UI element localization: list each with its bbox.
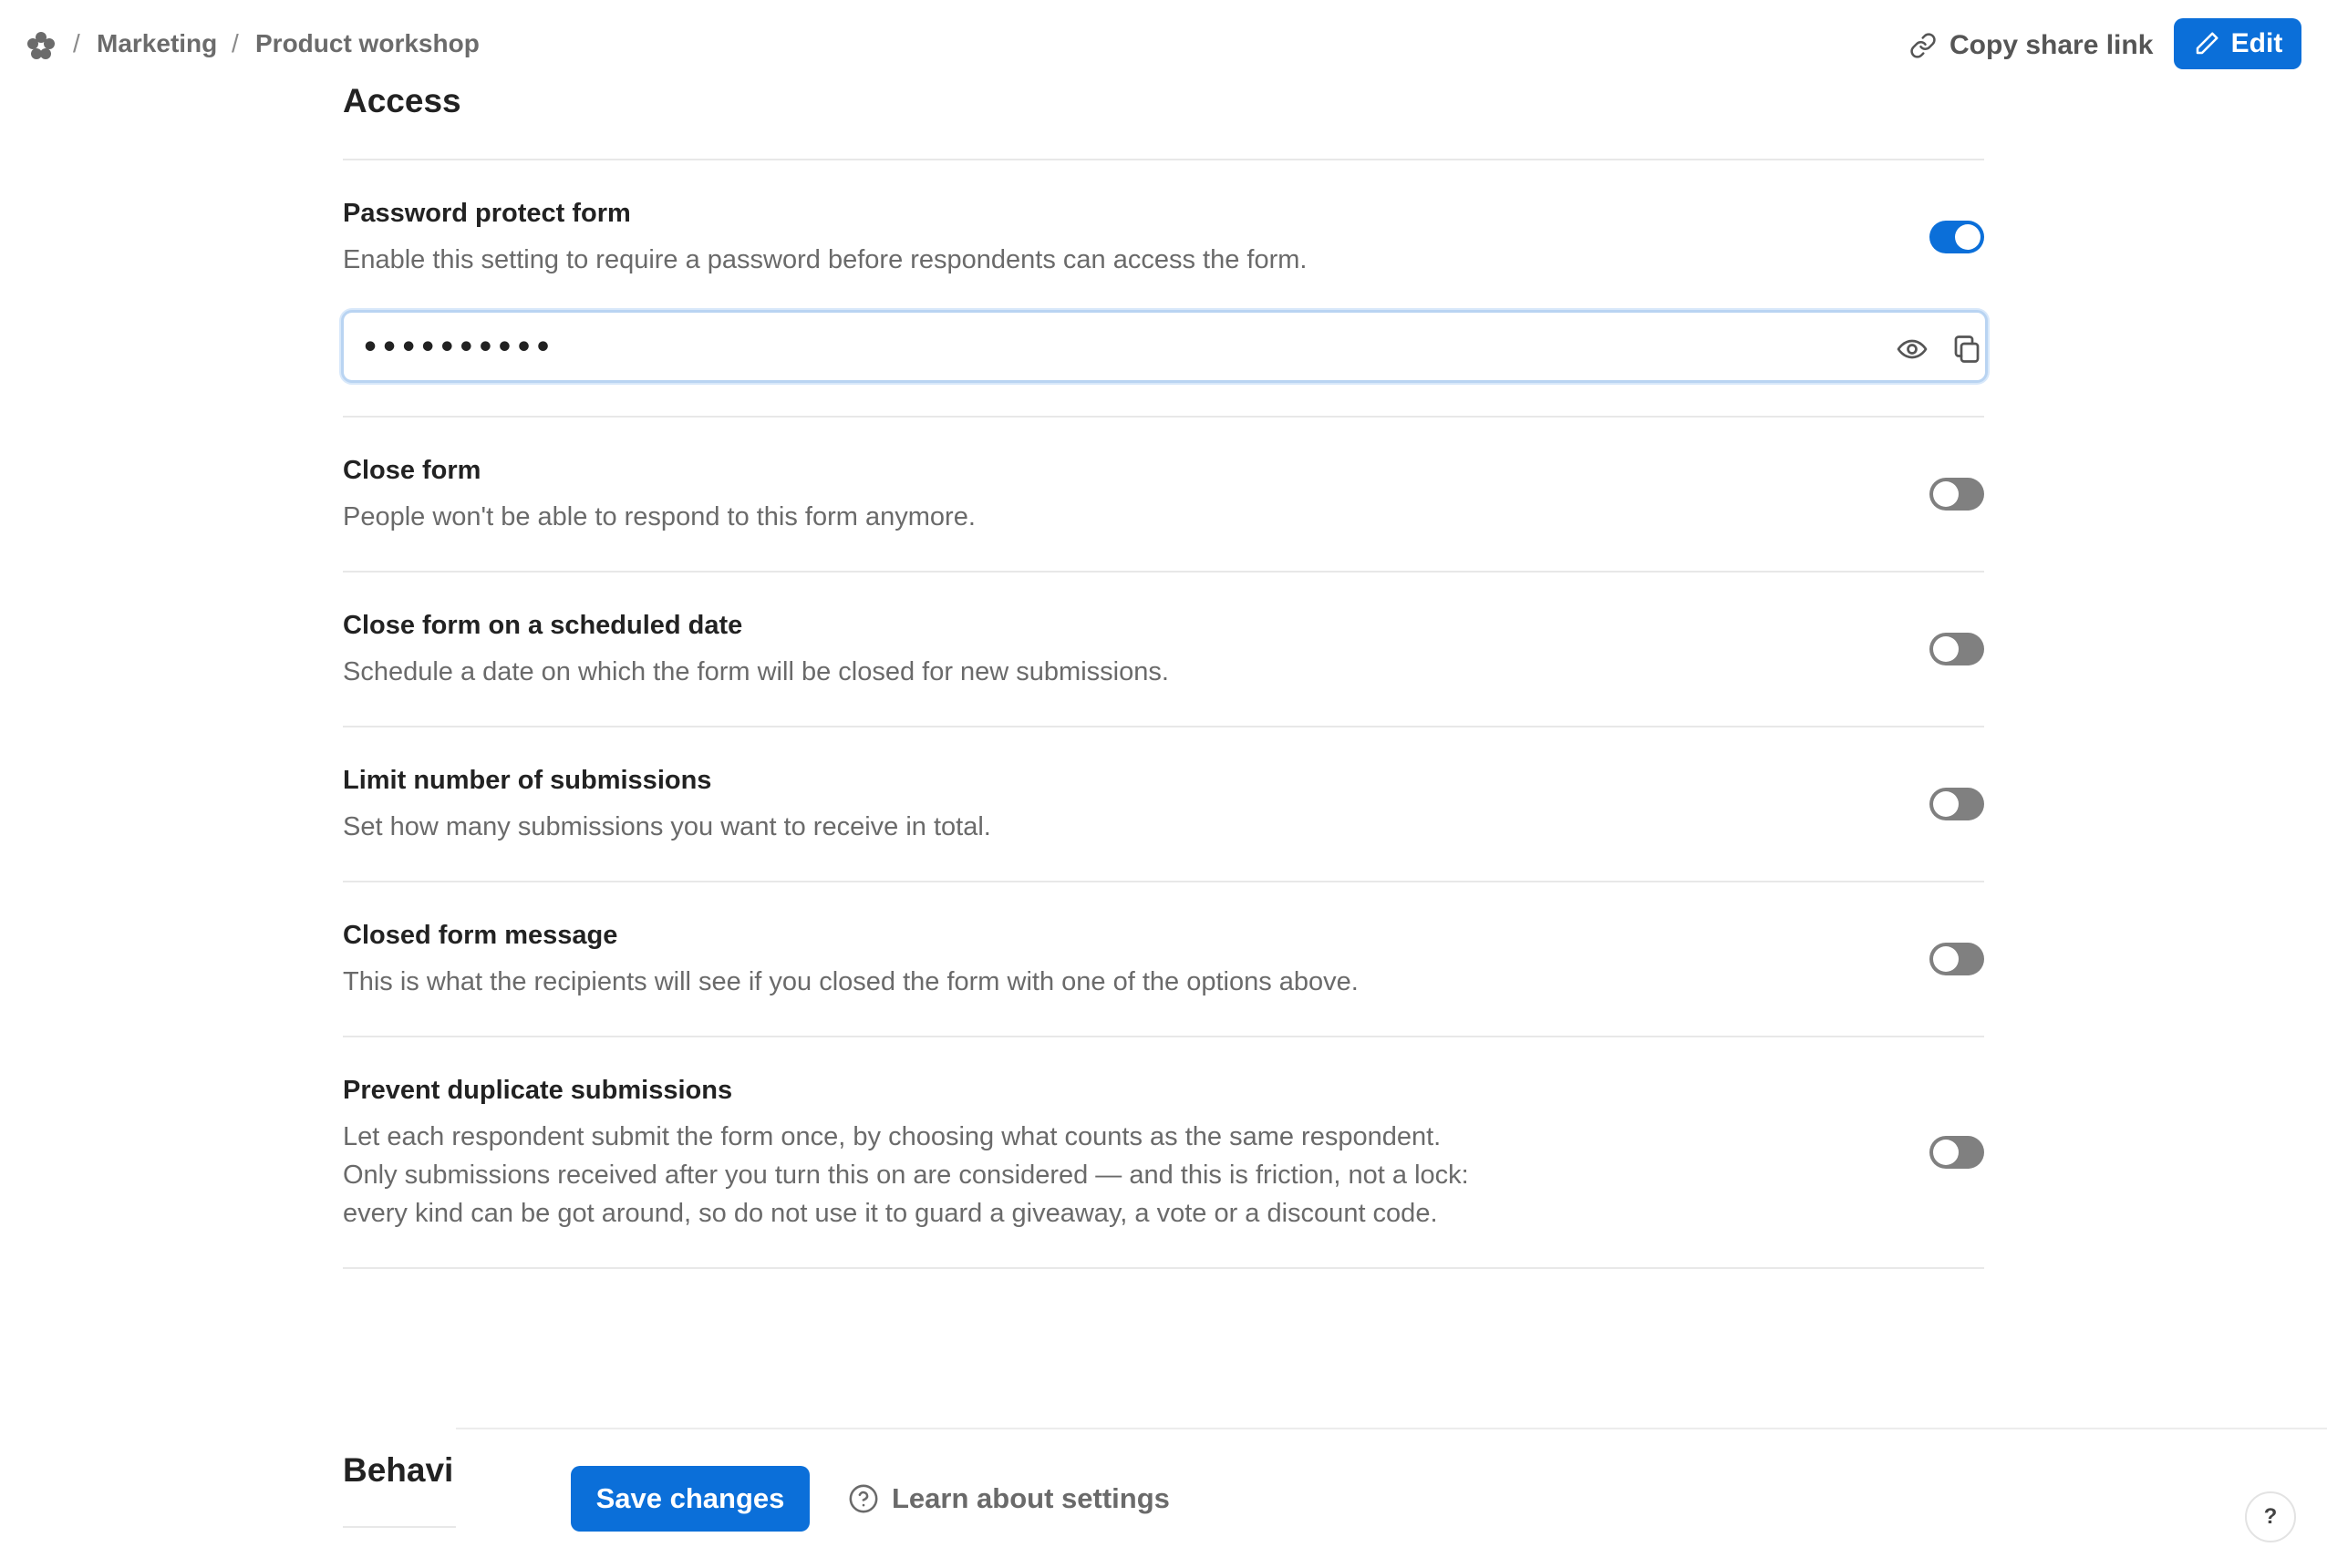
setting-title-close-form: Close form [343,456,481,485]
copy-share-link-button[interactable]: Copy share link [1909,27,2153,64]
setting-desc-password: Enable this setting to require a passwor… [343,245,1308,274]
divider [343,416,1984,418]
toggle-limit-submissions[interactable] [1929,788,1984,820]
setting-title-password: Password protect form [343,199,631,228]
breadcrumb-item-product-workshop[interactable]: Product workshop [255,29,480,58]
toggle-password-protect[interactable] [1929,221,1984,253]
toggle-knob [1933,481,1959,507]
setting-desc-prevent-duplicates-line-3: every kind can be got around, so do not … [343,1199,1438,1228]
divider [343,1267,1984,1269]
breadcrumb-item-marketing[interactable]: Marketing [97,29,217,58]
breadcrumb-separator: / [232,29,239,57]
learn-about-settings-label: Learn about settings [892,1482,1170,1514]
divider [343,1526,456,1528]
eye-icon[interactable] [1896,333,1929,366]
setting-desc-closed-message: This is what the recipients will see if … [343,967,1359,996]
divider [343,726,1984,727]
toggle-closed-message[interactable] [1929,943,1984,975]
setting-title-scheduled-close: Close form on a scheduled date [343,611,743,640]
divider [343,881,1984,882]
link-icon [1910,33,1936,58]
breadcrumb-separator: / [73,29,80,57]
divider [343,1036,1984,1037]
toggle-scheduled-close[interactable] [1929,633,1984,665]
setting-title-closed-message: Closed form message [343,921,618,950]
section-title-behavior: Behavi [343,1451,454,1489]
toggle-close-form[interactable] [1929,478,1984,511]
setting-desc-prevent-duplicates-line-2: Only submissions received after you turn… [343,1161,1469,1190]
divider [343,571,1984,573]
pencil-icon [2196,32,2218,55]
setting-title-prevent-duplicates: Prevent duplicate submissions [343,1076,733,1105]
setting-desc-close-form: People won't be able to respond to this … [343,502,976,531]
save-changes-button[interactable]: Save changes [571,1466,810,1532]
edit-button[interactable]: Edit [2174,18,2301,69]
section-title-access: Access [343,82,461,119]
setting-desc-scheduled-close: Schedule a date on which the form will b… [343,657,1169,686]
help-button[interactable]: ? [2245,1491,2296,1542]
toggle-knob [1955,224,1981,250]
password-input[interactable] [362,325,1803,369]
copy-share-link-label: Copy share link [1950,30,2154,60]
top-bar: / Marketing / Product workshop Copy shar… [0,0,2327,89]
learn-about-settings-link[interactable]: Learn about settings [848,1479,1170,1519]
toggle-prevent-duplicates[interactable] [1929,1136,1984,1169]
toggle-knob [1933,1140,1959,1165]
edit-label: Edit [2230,28,2283,58]
toggle-knob [1933,946,1959,972]
setting-desc-prevent-duplicates-line-1: Let each respondent submit the form once… [343,1122,1442,1151]
toggle-knob [1933,636,1959,662]
setting-desc-limit-submissions: Set how many submissions you want to rec… [343,812,991,841]
question-circle-icon [849,1484,878,1513]
flower-logo-icon[interactable] [26,30,57,61]
copy-icon[interactable] [1950,333,1983,366]
password-field[interactable] [341,310,1988,383]
toggle-knob [1933,791,1959,817]
setting-title-limit-submissions: Limit number of submissions [343,766,712,795]
divider [343,159,1984,160]
